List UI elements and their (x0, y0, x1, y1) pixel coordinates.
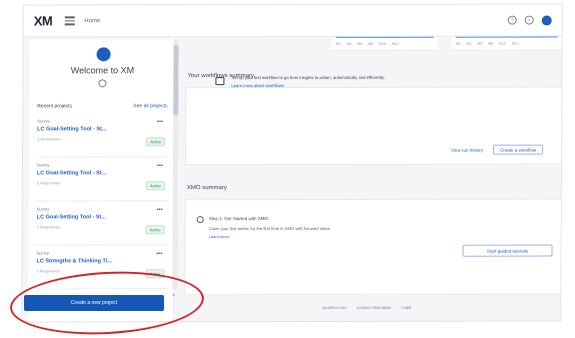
top-navigation-bar: XM Home ? • (23, 4, 562, 38)
workflow-icon (215, 77, 225, 86)
more-options-icon[interactable]: ••• (157, 163, 163, 169)
project-card[interactable]: Survey LC Goal-Setting Tool - St... 5 Re… (34, 159, 170, 202)
see-all-projects-link[interactable]: See all projects (133, 103, 167, 109)
chart-strip-left: M2 M4 M6 M8 M10 M12 (331, 36, 438, 51)
project-type: Survey (36, 162, 50, 168)
project-responses: 3 Responses (36, 224, 61, 230)
project-name[interactable]: LC Goal-Setting Tool - St... (37, 214, 106, 220)
more-options-icon[interactable]: ••• (156, 251, 162, 257)
project-type: Survey (37, 118, 50, 124)
help-icon[interactable]: ? (507, 15, 517, 25)
workflow-description: Set up your first workflow to go from in… (231, 74, 385, 81)
xmo-summary-title: XMO summary (186, 185, 227, 192)
project-name[interactable]: LC Goal-Setting Tool - St... (37, 170, 106, 176)
xm-logo[interactable]: XM (34, 13, 53, 28)
more-options-icon[interactable]: ••• (157, 119, 163, 125)
xmo-step-description: Claim your first metric for the first ti… (208, 225, 330, 232)
footer-link[interactable]: Contact information (357, 305, 392, 310)
status-badge: Active (145, 181, 165, 191)
left-panel-scrollbar[interactable] (172, 39, 179, 290)
project-name[interactable]: LC Strengths & Thinking Ti... (36, 258, 111, 264)
project-responses: 3 Responses (36, 268, 60, 274)
more-options-icon[interactable]: ••• (156, 207, 162, 213)
chart-strip-right: M2 M4 M6 M8 M10 M12 (451, 36, 562, 51)
project-type: Survey (36, 250, 50, 256)
welcome-heading: Welcome to XM (70, 65, 135, 76)
project-name[interactable]: LC Goal-Setting Tool - St... (37, 126, 106, 132)
project-card[interactable]: Survey LC Goal-Setting Tool - St... 3 Re… (35, 115, 170, 158)
breadcrumb: Home (84, 17, 101, 24)
xmo-step-title: Step 1: Get Started with XMO (208, 216, 269, 222)
xmo-learn-more-link[interactable]: Learn more (209, 234, 229, 239)
footer-link[interactable]: Qualtrics.com (322, 305, 346, 310)
create-workflow-button[interactable]: Create a workflow (493, 144, 544, 155)
learn-workflows-link[interactable]: Learn more about workflows (231, 83, 284, 88)
view-run-history-link[interactable]: View run history (451, 148, 483, 153)
menu-icon[interactable] (64, 16, 75, 26)
start-tutorial-button[interactable]: Start guided tutorials (462, 244, 553, 257)
project-responses: 3 Responses (37, 136, 61, 142)
recent-projects-label: Recent projects (37, 103, 73, 110)
project-responses: 5 Responses (36, 180, 61, 186)
project-type: Survey (36, 206, 50, 212)
footer-link[interactable]: Legal (401, 305, 411, 310)
status-badge: Active (146, 137, 166, 147)
gear-icon[interactable] (98, 79, 107, 88)
profile-avatar[interactable] (96, 47, 111, 62)
status-badge: Active (145, 225, 165, 235)
project-card[interactable]: Survey LC Goal-Setting Tool - St... 3 Re… (34, 203, 169, 246)
bell-icon[interactable]: • (524, 15, 534, 25)
user-avatar[interactable] (541, 15, 552, 26)
footer: Qualtrics.com Contact information Legal (322, 305, 411, 310)
step-icon (196, 216, 204, 224)
